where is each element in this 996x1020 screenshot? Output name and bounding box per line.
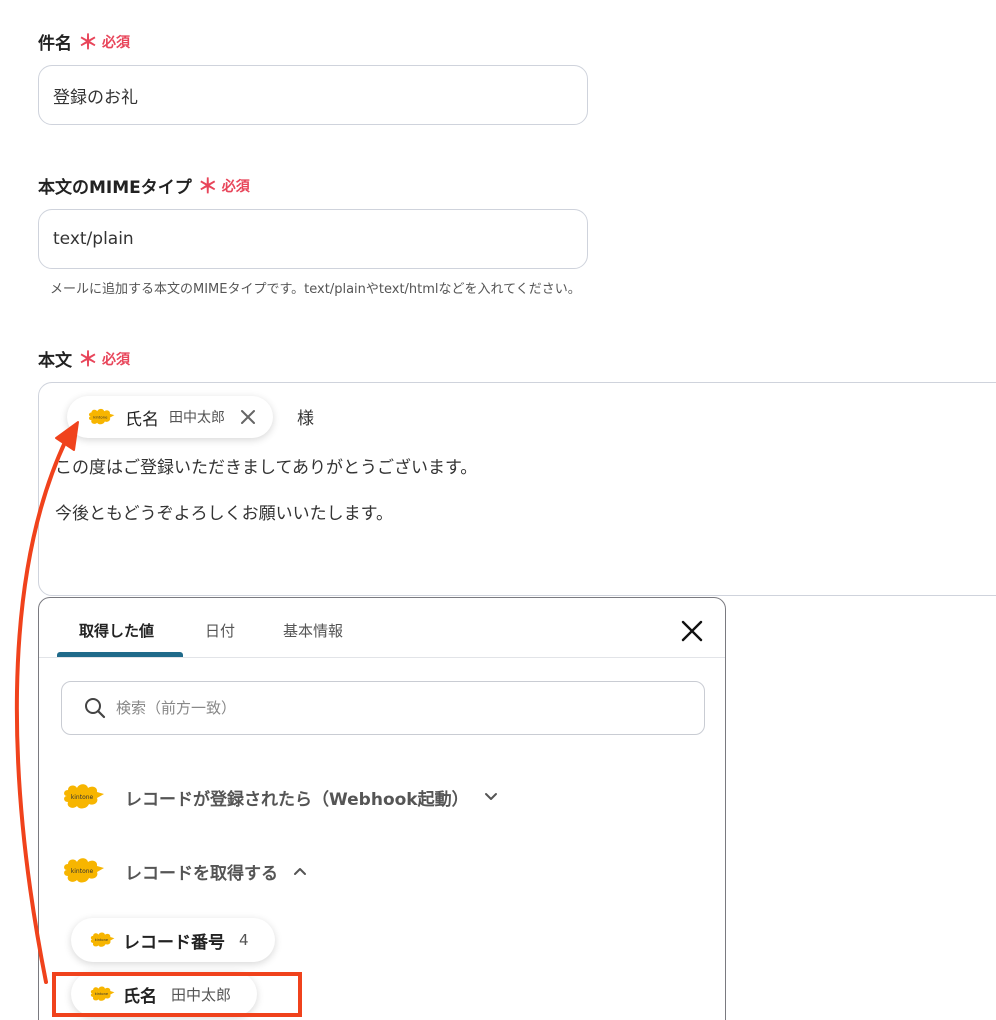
body-suffix: 様 (297, 409, 314, 429)
tab-basic-info[interactable]: 基本情報 (283, 620, 343, 641)
subject-input[interactable]: 登録のお礼 (38, 65, 588, 125)
mime-label-text: 本文のMIMEタイプ (38, 178, 192, 198)
kintone-icon (61, 855, 105, 887)
mime-hint: メールに追加する本文のMIMEタイプです。text/plainやtext/htm… (50, 282, 581, 297)
body-label: 本文 ＊ 必須 (38, 346, 130, 372)
required-mark: ＊ (197, 173, 218, 198)
body-editor[interactable]: 氏名 田中太郎 様 この度はご登録いただきましてありがとうございます。 今後とも… (38, 382, 996, 596)
body-label-text: 本文 (38, 351, 72, 371)
body-line-1: この度はご登録いただきましてありがとうございます。 (55, 458, 478, 478)
item-name: レコード番号 (123, 932, 225, 953)
subject-label: 件名 ＊ 必須 (38, 29, 130, 55)
tab-date[interactable]: 日付 (205, 620, 235, 641)
mime-label: 本文のMIMEタイプ ＊ 必須 (38, 173, 250, 199)
required-mark: ＊ (78, 29, 98, 54)
picker-tabs: 取得した値 日付 基本情報 (39, 598, 725, 658)
group-label: レコードを取得する (125, 863, 278, 884)
active-tab-indicator (57, 652, 183, 657)
mime-input[interactable]: text/plain (38, 209, 588, 269)
chip-value: 田中太郎 (169, 410, 225, 426)
body-variable-chip[interactable]: 氏名 田中太郎 (67, 396, 273, 438)
kintone-icon (61, 781, 105, 813)
kintone-icon (89, 931, 115, 949)
required-text: 必須 (221, 178, 250, 195)
tab-acquired-values[interactable]: 取得した値 (79, 620, 154, 641)
item-value: 4 (239, 931, 249, 949)
group-record-registered[interactable]: レコードが登録されたら（Webhook起動） (61, 781, 499, 813)
subject-input-value: 登録のお礼 (53, 87, 138, 108)
chevron-down-icon[interactable] (483, 789, 499, 805)
search-field[interactable] (61, 681, 705, 735)
close-icon[interactable] (237, 406, 259, 428)
body-line-2: 今後ともどうぞよろしくお願いいたします。 (55, 504, 393, 524)
kintone-icon (87, 407, 115, 427)
chip-name: 氏名 (125, 409, 159, 430)
item-record-number[interactable]: レコード番号 4 (71, 918, 275, 962)
chevron-up-icon[interactable] (292, 863, 308, 879)
mime-input-value: text/plain (53, 229, 134, 249)
required-text: 必須 (102, 34, 130, 51)
group-label: レコードが登録されたら（Webhook起動） (125, 789, 469, 810)
required-mark: ＊ (78, 346, 98, 371)
group-get-record[interactable]: レコードを取得する (61, 855, 308, 887)
close-icon[interactable] (679, 618, 705, 644)
subject-label-text: 件名 (38, 34, 72, 54)
search-input[interactable] (116, 699, 676, 717)
required-text: 必須 (102, 351, 130, 368)
search-icon (85, 698, 106, 719)
annotation-highlight-box (52, 972, 302, 1017)
variable-picker-panel: 取得した値 日付 基本情報 レコードが登録されたら（Webhook起動） レコー… (38, 597, 726, 1020)
